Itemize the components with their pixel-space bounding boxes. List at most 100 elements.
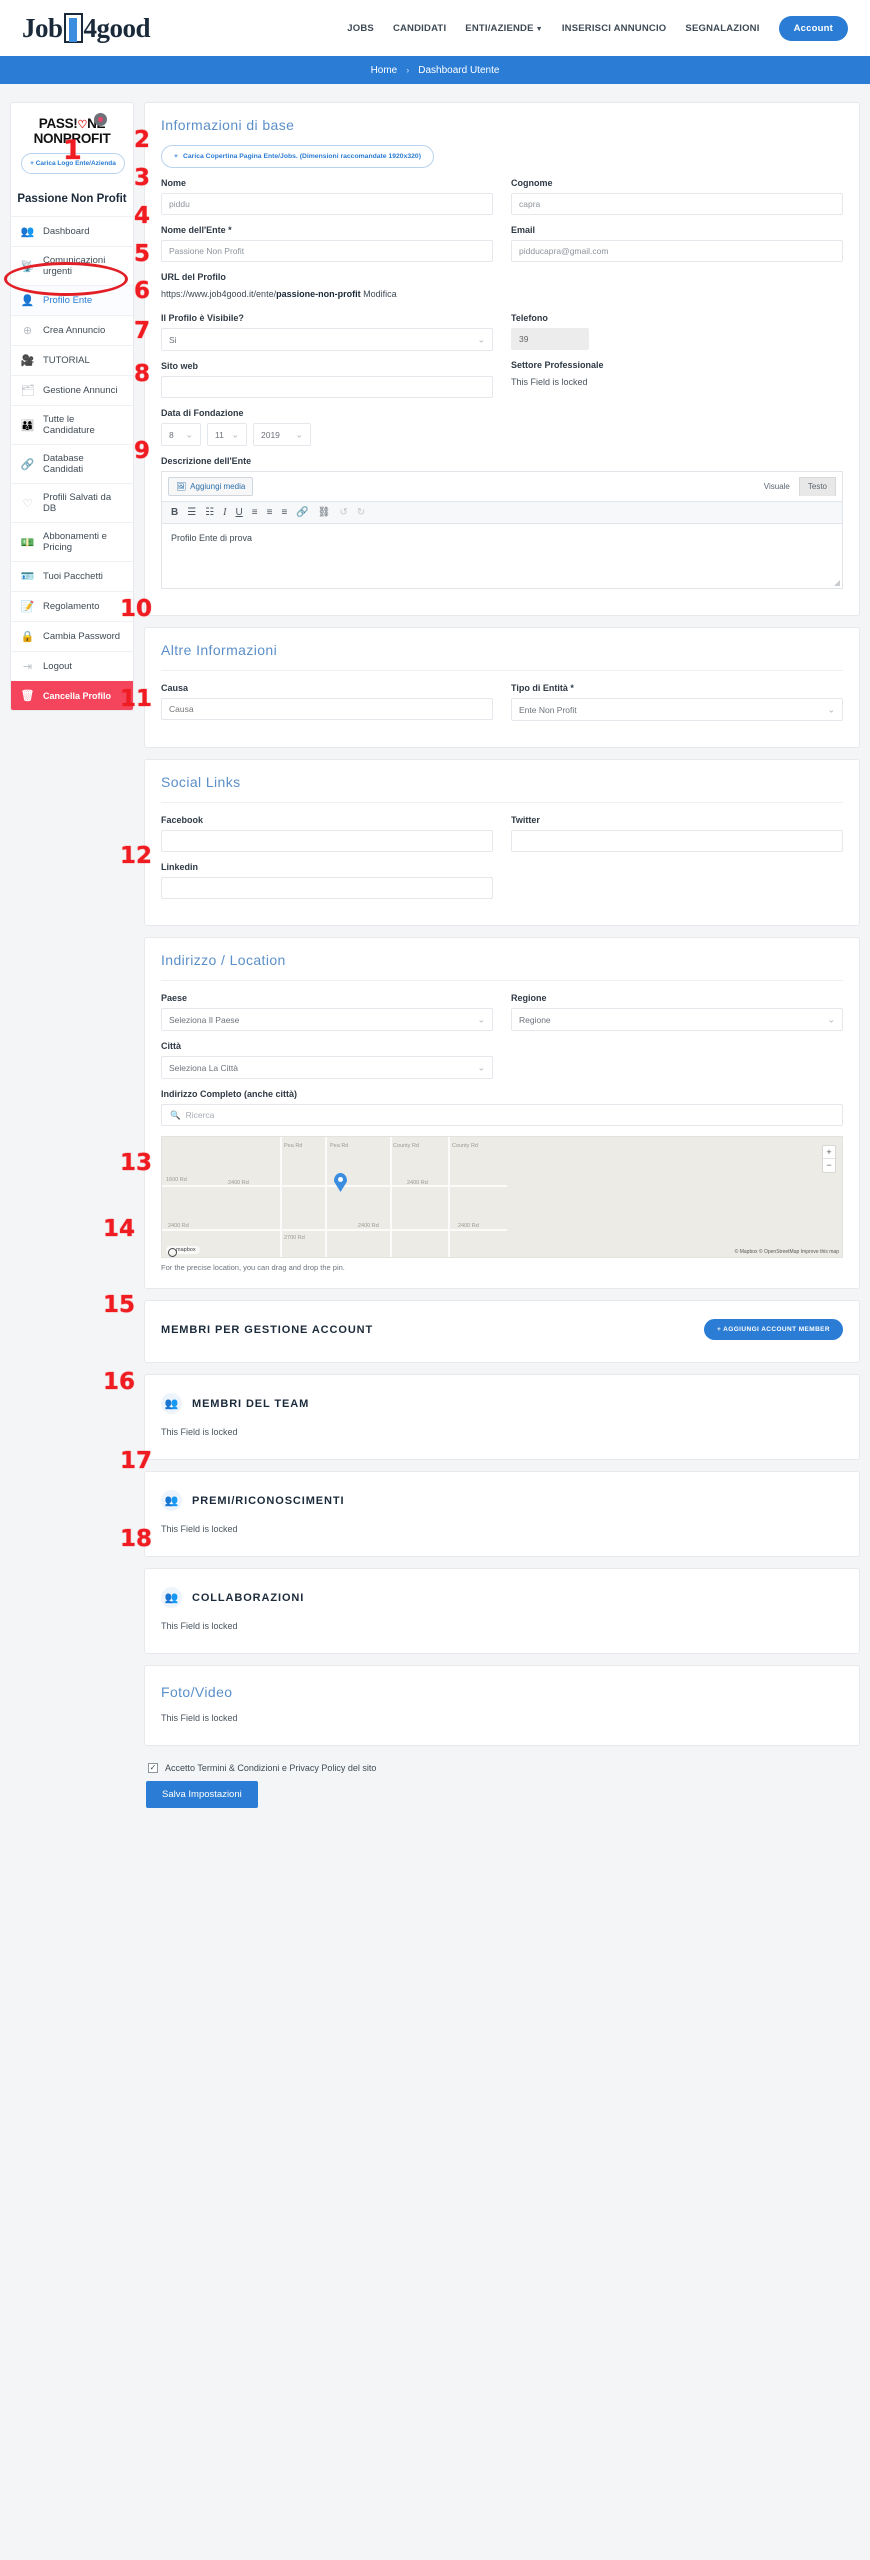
upload-logo-button[interactable]: + Carica Logo Ente/Azienda: [21, 153, 125, 174]
url-prefix: https://www.job4good.it/ente/: [161, 289, 277, 299]
field-causa: Causa: [161, 683, 493, 720]
sidebar-item-crea-annuncio[interactable]: ⊕ Crea Annuncio: [11, 315, 133, 345]
trash-icon: 🗑: [20, 690, 35, 702]
data-year-select[interactable]: 2019 ⌄: [253, 423, 311, 446]
add-media-button[interactable]: 🖼 Aggiungi media: [168, 477, 254, 496]
sidebar-item-label: Cambia Password: [43, 631, 121, 642]
undo-icon[interactable]: ↺: [339, 507, 347, 518]
sidebar-item-tutte-le-candidature[interactable]: 👨‍👩‍👦 Tutte le Candidature: [11, 405, 133, 444]
sito-web-input[interactable]: [161, 376, 493, 398]
linkedin-input[interactable]: [161, 877, 493, 899]
align-right-icon[interactable]: ≡: [281, 507, 287, 518]
sidebar-item-label: Regolamento: [43, 601, 100, 612]
cognome-input[interactable]: [511, 193, 843, 215]
door-icon: [63, 13, 83, 43]
map-location-pin[interactable]: [334, 1173, 347, 1192]
nav-item-inserisci-annuncio[interactable]: INSERISCI ANNUNCIO: [562, 23, 667, 34]
sidebar-item-dashboard[interactable]: 👥 Dashboard: [11, 216, 133, 246]
map-road-horizontal: [162, 1185, 507, 1187]
underline-icon[interactable]: U: [236, 507, 243, 518]
data-fondazione-group: 8 ⌄ 11 ⌄ 2019 ⌄: [161, 423, 843, 446]
tab-visuale[interactable]: Visuale: [755, 477, 799, 496]
breadcrumb: Home › Dashboard Utente: [0, 56, 870, 84]
section-title-premi-riconoscimenti: PREMI/RICONOSCIMENTI: [192, 1494, 345, 1507]
label-indirizzo-completo: Indirizzo Completo (anche città): [161, 1089, 298, 1099]
site-logo[interactable]: Job 4good: [22, 13, 151, 44]
data-month-select[interactable]: 11 ⌄: [207, 423, 247, 446]
descrizione-editor-body[interactable]: Profilo Ente di prova: [161, 523, 843, 589]
nav-item-segnalazioni[interactable]: SEGNALAZIONI: [685, 23, 759, 34]
unlink-icon[interactable]: ⛓: [318, 507, 331, 518]
sidebar-item-database-candidati[interactable]: 🔗 Database Candidati: [11, 444, 133, 483]
logo-edit-badge-icon[interactable]: [94, 113, 107, 126]
nav-item-enti-aziende[interactable]: ENTI/AZIENDE ▼: [465, 23, 543, 34]
align-left-icon[interactable]: ≡: [252, 507, 258, 518]
data-day-select[interactable]: 8 ⌄: [161, 423, 201, 446]
url-modify-link[interactable]: Modifica: [363, 289, 397, 299]
sidebar-item-regolamento[interactable]: 📝 Regolamento: [11, 591, 133, 621]
sidebar-item-abbonamenti-e-pricing[interactable]: 💵 Abbonamenti e Pricing: [11, 522, 133, 561]
numbered-list-icon[interactable]: ☷: [205, 507, 214, 518]
field-sito-web: Sito web: [161, 361, 493, 398]
citta-select[interactable]: Seleziona La Città ⌄: [161, 1056, 493, 1079]
sidebar-item-cancella-profilo[interactable]: 🗑 Cancella Profilo: [11, 681, 133, 710]
heart-icon: ♡: [77, 119, 88, 131]
upload-cover-label: Carica Copertina Pagina Ente/Jobs. (Dime…: [182, 153, 421, 160]
sidebar-item-profili-salvati-da-db[interactable]: ♡ Profili Salvati da DB: [11, 483, 133, 522]
sidebar-item-gestione-annunci[interactable]: 🗂 Gestione Annunci: [11, 375, 133, 405]
lock-icon: 🔒: [20, 631, 35, 643]
link-icon: 🔗: [20, 458, 35, 471]
profilo-visibile-select[interactable]: Si ⌄: [161, 328, 493, 351]
upload-cover-button[interactable]: + Carica Copertina Pagina Ente/Jobs. (Di…: [161, 145, 434, 168]
save-settings-button[interactable]: Salva Impostazioni: [146, 1781, 258, 1808]
location-map[interactable]: 1600 Rd 2400 Rd Pea Rd Pea Rd County Rd …: [161, 1136, 843, 1258]
indirizzo-search-input[interactable]: 🔍 Ricerca: [161, 1104, 843, 1126]
paese-select[interactable]: Seleziona Il Paese ⌄: [161, 1008, 493, 1031]
chevron-down-icon: ⌄: [295, 429, 303, 439]
sidebar-item-logout[interactable]: ⇥ Logout: [11, 651, 133, 681]
label-paese: Paese: [161, 993, 188, 1003]
sidebar-item-comunicazioni-urgenti[interactable]: 📡 Comunicazioni urgenti: [11, 246, 133, 285]
tipo-entita-select[interactable]: Ente Non Profit ⌄: [511, 698, 843, 721]
regione-select[interactable]: Regione ⌄: [511, 1008, 843, 1031]
add-account-member-button[interactable]: + AGGIUNGI ACCOUNT MEMBER: [704, 1319, 843, 1340]
bullet-list-icon[interactable]: ☰: [187, 507, 196, 518]
nome-ente-input[interactable]: [161, 240, 493, 262]
citta-value: Seleziona La Città: [169, 1062, 238, 1073]
tab-testo[interactable]: Testo: [798, 477, 836, 496]
map-zoom-out-button[interactable]: −: [823, 1159, 835, 1172]
label-descrizione-ente: Descrizione dell'Ente: [161, 456, 252, 466]
sidebar-item-profilo-ente[interactable]: 👤 Profilo Ente: [11, 285, 133, 315]
nav-item-jobs[interactable]: JOBS: [347, 23, 374, 34]
bold-icon[interactable]: B: [171, 507, 178, 518]
map-attribution[interactable]: © Mapbox © OpenStreetMap Improve this ma…: [735, 1249, 839, 1255]
field-email: Email: [511, 225, 843, 262]
video-icon: 🎥: [20, 355, 35, 367]
redo-icon[interactable]: ↻: [357, 507, 365, 518]
link-icon[interactable]: 🔗: [296, 507, 308, 518]
account-button[interactable]: Account: [778, 15, 848, 41]
telefono-input[interactable]: [511, 328, 589, 350]
user-icon: 👤: [20, 295, 35, 307]
sidebar-item-tutorial[interactable]: 🎥 TUTORIAL: [11, 345, 133, 375]
nome-input[interactable]: [161, 193, 493, 215]
label-nome: Nome: [161, 178, 187, 188]
section-title-membri-del-team: MEMBRI DEL TEAM: [192, 1397, 310, 1410]
terms-checkbox[interactable]: ✓: [148, 1763, 158, 1773]
breadcrumb-home[interactable]: Home: [371, 65, 398, 76]
nav-item-candidati[interactable]: CANDIDATI: [393, 23, 446, 34]
email-input[interactable]: [511, 240, 843, 262]
map-zoom-in-button[interactable]: +: [823, 1146, 835, 1159]
sidebar-item-cambia-password[interactable]: 🔒 Cambia Password: [11, 621, 133, 651]
twitter-input[interactable]: [511, 830, 843, 852]
facebook-input[interactable]: [161, 830, 493, 852]
italic-icon[interactable]: I: [223, 507, 226, 518]
chevron-down-icon: ⌄: [827, 704, 835, 714]
causa-input[interactable]: [161, 698, 493, 720]
sidebar-item-label: TUTORIAL: [43, 355, 90, 366]
section-title-indirizzo-location: Indirizzo / Location: [161, 952, 843, 981]
sidebar-item-tuoi-pacchetti[interactable]: 🪪 Tuoi Pacchetti: [11, 561, 133, 591]
sidebar-item-label: Comunicazioni urgenti: [43, 255, 106, 277]
map-zoom-controls: + −: [822, 1145, 836, 1173]
align-center-icon[interactable]: ≡: [267, 507, 273, 518]
